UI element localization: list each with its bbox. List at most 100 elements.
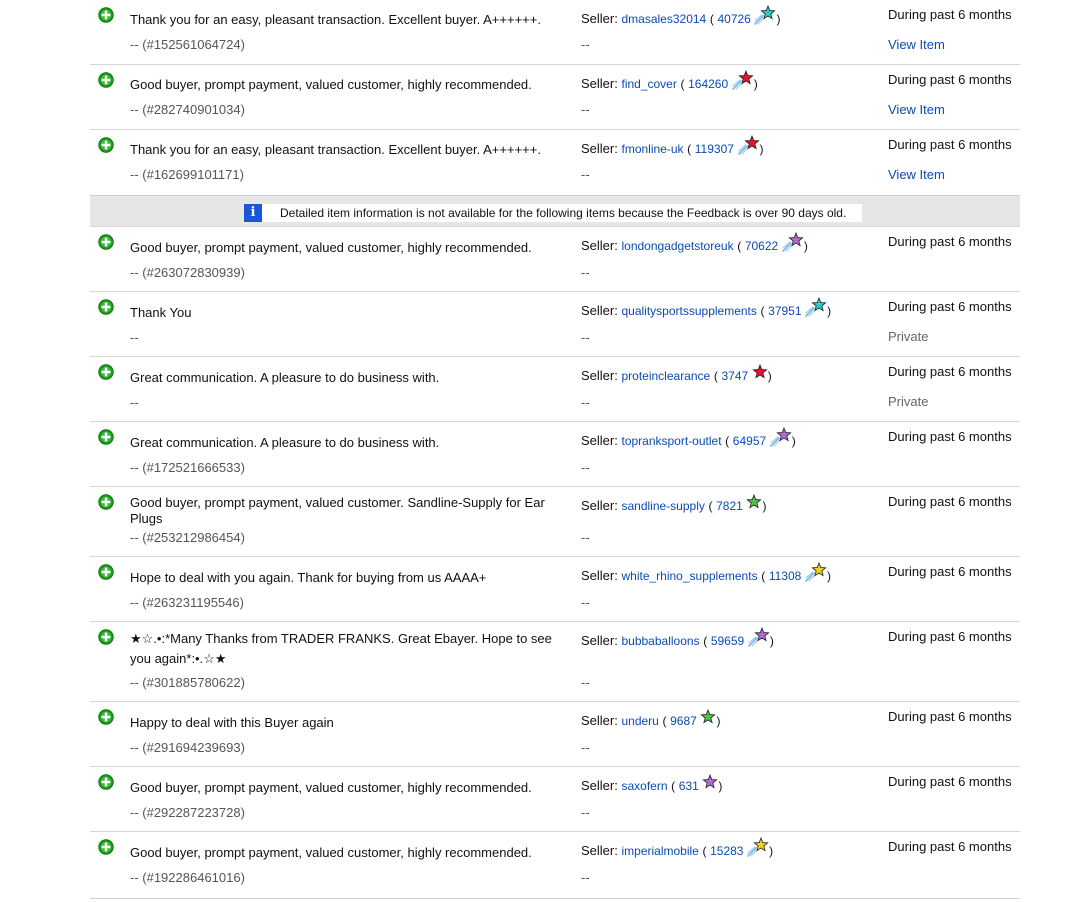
feedback-score-link[interactable]: 164260 — [688, 77, 728, 91]
red-shooting-star-icon[interactable] — [737, 135, 760, 156]
seller-link[interactable]: find_cover — [621, 77, 676, 91]
feedback-row: Happy to deal with this Buyer again -- (… — [90, 702, 1020, 767]
feedback-score-link[interactable]: 119307 — [695, 142, 734, 156]
item-number: -- (#172521666533) — [130, 460, 245, 475]
item-number: -- (#301885780622) — [130, 675, 245, 690]
feedback-table: Thank you for an easy, pleasant transact… — [90, 0, 1020, 899]
feedback-row: Good buyer, prompt payment, valued custo… — [90, 832, 1020, 899]
positive-feedback-icon — [98, 299, 114, 315]
info-icon: i — [244, 204, 262, 222]
feedback-row: Thank you for an easy, pleasant transact… — [90, 130, 1020, 195]
seller-info: Seller: sandline-supply ( 7821 ) — [581, 493, 766, 514]
feedback-row: ★☆.•:*Many Thanks from TRADER FRANKS. Gr… — [90, 622, 1020, 702]
feedback-score-link[interactable]: 40726 — [717, 12, 750, 26]
feedback-period: During past 6 months — [888, 564, 1012, 579]
purple-shooting-star-icon[interactable] — [748, 627, 770, 648]
seller-item-placeholder: -- — [581, 330, 590, 345]
seller-item-placeholder: -- — [581, 805, 590, 820]
seller-item-placeholder: -- — [581, 395, 590, 410]
feedback-score-link[interactable]: 37951 — [768, 304, 801, 318]
seller-item-placeholder: -- — [581, 37, 590, 52]
item-number: -- (#263231195546) — [130, 595, 244, 610]
feedback-score-link[interactable]: 64957 — [733, 434, 766, 448]
seller-link[interactable]: saxofern — [621, 779, 667, 793]
seller-item-placeholder: -- — [581, 595, 590, 610]
feedback-period: During past 6 months — [888, 839, 1012, 854]
seller-item-placeholder: -- — [581, 530, 590, 545]
seller-link[interactable]: dmasales32014 — [621, 12, 706, 26]
green-star-icon[interactable] — [746, 493, 763, 513]
seller-item-placeholder: -- — [581, 740, 590, 755]
seller-link[interactable]: imperialmobile — [621, 844, 698, 858]
seller-info: Seller: find_cover ( 164260 ) — [581, 70, 758, 92]
item-number: -- — [130, 330, 139, 345]
feedback-score-link[interactable]: 7821 — [716, 499, 743, 513]
seller-link[interactable]: bubbaballoons — [621, 634, 699, 648]
feedback-comment: Great communication. A pleasure to do bu… — [130, 370, 440, 385]
turquoise-shooting-star-icon[interactable] — [754, 5, 777, 26]
seller-link[interactable]: fmonline-uk — [621, 142, 683, 156]
item-number: -- (#282740901034) — [130, 102, 245, 117]
seller-item-placeholder: -- — [581, 265, 590, 280]
feedback-score-link[interactable]: 631 — [679, 779, 699, 793]
seller-info: Seller: dmasales32014 ( 40726 ) — [581, 5, 780, 27]
seller-link[interactable]: topranksport-outlet — [621, 434, 721, 448]
view-item-link[interactable]: View Item — [888, 37, 945, 53]
seller-link[interactable]: underu — [621, 714, 658, 728]
view-item-link[interactable]: View Item — [888, 167, 945, 183]
seller-info: Seller: saxofern ( 631 ) — [581, 773, 722, 794]
feedback-score-link[interactable]: 3747 — [721, 369, 748, 383]
feedback-comment: Good buyer, prompt payment, valued custo… — [130, 495, 545, 526]
seller-link[interactable]: londongadgetstoreuk — [621, 239, 733, 253]
purple-shooting-star-icon[interactable] — [782, 232, 804, 253]
feedback-score-link[interactable]: 11308 — [769, 569, 801, 583]
seller-info: Seller: londongadgetstoreuk ( 70622 ) — [581, 232, 808, 254]
seller-link[interactable]: qualitysportssupplements — [621, 304, 756, 318]
seller-link[interactable]: proteinclearance — [621, 369, 710, 383]
feedback-score-link[interactable]: 59659 — [711, 634, 744, 648]
seller-info: Seller: qualitysportssupplements ( 37951… — [581, 297, 831, 319]
feedback-row: Thank You -- Seller: qualitysportssupple… — [90, 292, 1020, 357]
seller-item-placeholder: -- — [581, 870, 590, 885]
positive-feedback-icon — [98, 234, 114, 250]
red-star-icon[interactable] — [752, 363, 768, 383]
seller-info: Seller: white_rhino_supplements ( 11308 … — [581, 562, 831, 584]
red-shooting-star-icon[interactable] — [731, 70, 754, 91]
feedback-comment: Good buyer, prompt payment, valued custo… — [130, 240, 532, 255]
feedback-score-link[interactable]: 15283 — [710, 844, 743, 858]
seller-link[interactable]: sandline-supply — [621, 499, 704, 513]
seller-item-placeholder: -- — [581, 460, 590, 475]
yellow-shooting-star-icon[interactable] — [805, 562, 827, 583]
seller-link[interactable]: white_rhino_supplements — [621, 569, 757, 583]
old-feedback-notice: i Detailed item information is not avail… — [90, 195, 1020, 227]
feedback-period: During past 6 months — [888, 7, 1012, 22]
feedback-comment: Thank you for an easy, pleasant transact… — [130, 142, 541, 157]
positive-feedback-icon — [98, 839, 114, 855]
feedback-period: During past 6 months — [888, 429, 1012, 444]
purple-shooting-star-icon[interactable] — [769, 427, 792, 448]
turquoise-shooting-star-icon[interactable] — [805, 297, 827, 318]
positive-feedback-icon — [98, 7, 114, 23]
feedback-score-link[interactable]: 70622 — [745, 239, 778, 253]
feedback-comment: Happy to deal with this Buyer again — [130, 715, 334, 730]
feedback-comment: Great communication. A pleasure to do bu… — [130, 435, 440, 450]
feedback-row: Hope to deal with you again. Thank for b… — [90, 557, 1020, 622]
seller-item-placeholder: -- — [581, 167, 590, 182]
purple-star-icon[interactable] — [702, 773, 719, 793]
feedback-row: Good buyer, prompt payment, valued custo… — [90, 487, 1020, 557]
feedback-score-link[interactable]: 9687 — [670, 714, 697, 728]
feedback-period: During past 6 months — [888, 709, 1012, 724]
feedback-period: During past 6 months — [888, 137, 1012, 152]
feedback-row: Great communication. A pleasure to do bu… — [90, 422, 1020, 487]
view-item-link[interactable]: View Item — [888, 102, 945, 118]
item-number: -- (#152561064724) — [130, 37, 245, 52]
yellow-shooting-star-icon[interactable] — [747, 837, 769, 858]
seller-item-placeholder: -- — [581, 675, 590, 690]
feedback-comment: Good buyer, prompt payment, valued custo… — [130, 77, 532, 92]
positive-feedback-icon — [98, 364, 114, 380]
feedback-comment: ★☆.•:*Many Thanks from TRADER FRANKS. Gr… — [130, 631, 552, 666]
green-star-icon[interactable] — [700, 708, 717, 728]
positive-feedback-icon — [98, 429, 114, 445]
feedback-period: During past 6 months — [888, 774, 1012, 789]
item-number: -- (#162699101171) — [130, 167, 244, 182]
